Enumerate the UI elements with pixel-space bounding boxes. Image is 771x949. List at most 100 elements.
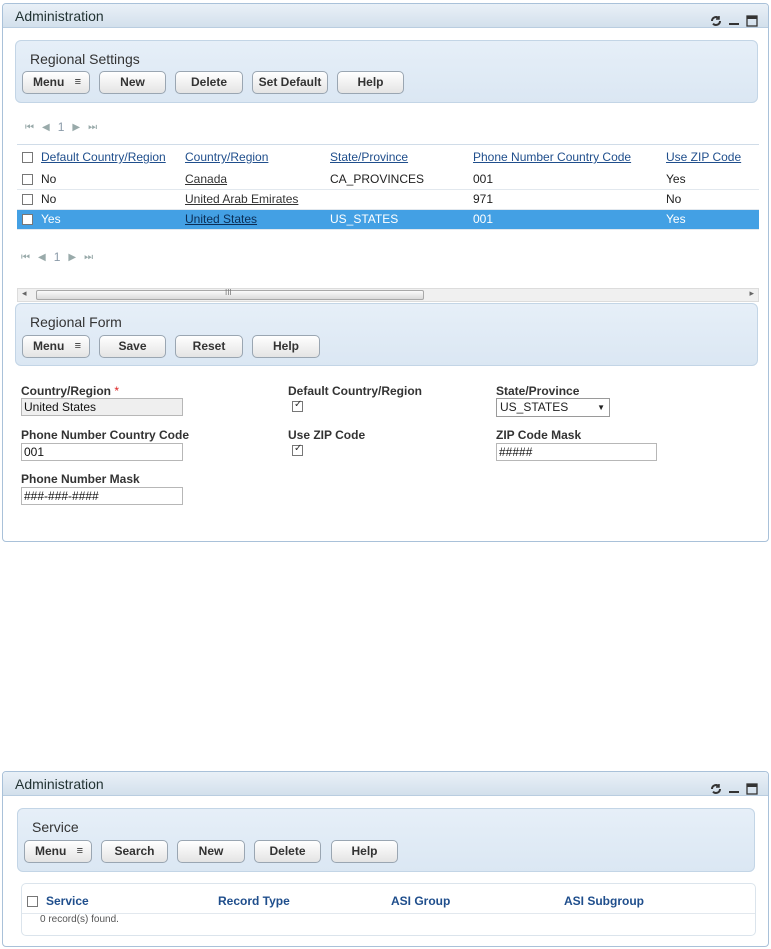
column-header-label[interactable]: Default Country/Region (41, 150, 166, 164)
phone-code-cell: 001 (473, 209, 666, 230)
country-link[interactable]: Canada (185, 172, 227, 186)
last-page-icon[interactable]: ⏭ (88, 122, 97, 133)
search-button[interactable]: Search (101, 840, 168, 863)
prev-page-icon[interactable]: ◀ (42, 122, 50, 133)
next-page-icon[interactable]: ▶ (72, 122, 80, 133)
column-header[interactable]: State/Province (330, 145, 473, 169)
menu-button-label: Menu (33, 75, 65, 89)
menu-button[interactable]: Menu ≡ (22, 71, 90, 94)
last-page-icon[interactable]: ⏭ (84, 252, 93, 263)
service-grid: Service Record Type ASI Group ASI Subgro… (21, 883, 756, 936)
phone-mask-label: Phone Number Mask (21, 472, 140, 486)
use-zip-checkbox[interactable] (292, 443, 303, 456)
row-select-cell (17, 189, 41, 210)
default-country-checkbox[interactable] (292, 399, 303, 412)
refresh-icon[interactable] (710, 778, 722, 794)
table-row[interactable]: No United Arab Emirates 971 No (17, 189, 759, 210)
header-divider (22, 913, 755, 914)
zip-mask-field[interactable]: ##### (496, 443, 657, 461)
help-button[interactable]: Help (331, 840, 398, 863)
country-label: Country/Region * (21, 384, 119, 398)
menu-dropdown-icon: ≡ (74, 76, 81, 88)
pager-top: ⏮ ◀ 1 ▶ ⏭ (25, 120, 97, 134)
column-header[interactable]: Phone Number Country Code (473, 145, 666, 169)
select-all-checkbox[interactable] (27, 896, 38, 907)
first-page-icon[interactable]: ⏮ (21, 252, 30, 263)
country-field[interactable]: United States (21, 398, 183, 416)
column-header-label[interactable]: State/Province (330, 150, 408, 164)
panel-title: Regional Form (30, 314, 122, 330)
default-cell: Yes (41, 209, 185, 230)
row-select-cell (17, 169, 41, 190)
required-marker: * (114, 384, 120, 398)
delete-button[interactable]: Delete (175, 71, 243, 94)
portlet-title-bar: Administration (3, 4, 768, 28)
menu-button[interactable]: Menu ≡ (24, 840, 92, 863)
pager-bottom: ⏮ ◀ 1 ▶ ⏭ (21, 250, 93, 264)
scrollbar-thumb[interactable]: III (36, 288, 424, 300)
next-page-icon[interactable]: ▶ (68, 252, 76, 263)
country-link[interactable]: United States (185, 212, 257, 226)
maximize-icon[interactable] (746, 10, 758, 27)
administration-portlet: Administration Service Menu ≡ Search New… (2, 771, 769, 947)
select-all-cell (17, 145, 41, 169)
use-zip-cell: No (666, 189, 759, 210)
row-checkbox[interactable] (22, 214, 33, 226)
column-header-record-type[interactable]: Record Type (218, 894, 290, 908)
select-all-checkbox[interactable] (22, 152, 33, 164)
menu-dropdown-icon: ≡ (74, 340, 81, 352)
page-number: 1 (57, 120, 65, 134)
new-button[interactable]: New (177, 840, 245, 863)
country-link[interactable]: United Arab Emirates (185, 192, 298, 206)
administration-portlet: Administration Regional Settings Menu ≡ … (2, 3, 769, 542)
regional-settings-grid: Default Country/Region Country/Region St… (17, 144, 759, 230)
table-row-selected[interactable]: Yes United States US_STATES 001 Yes (17, 209, 759, 230)
state-cell: US_STATES (330, 209, 473, 230)
phone-code-cell: 971 (473, 189, 666, 210)
column-header[interactable]: Default Country/Region (41, 145, 185, 169)
horizontal-scrollbar[interactable]: ◂ III ▸ (17, 288, 759, 302)
column-header-asi-group[interactable]: ASI Group (391, 894, 450, 908)
column-header-label[interactable]: Country/Region (185, 150, 268, 164)
minimize-icon[interactable] (728, 778, 740, 793)
column-header-label[interactable]: Phone Number Country Code (473, 150, 631, 164)
state-select[interactable]: US_STATES ▼ (496, 398, 610, 417)
new-button[interactable]: New (99, 71, 166, 94)
save-button[interactable]: Save (99, 335, 166, 358)
column-header[interactable]: Use ZIP Code (666, 145, 759, 169)
column-header-label[interactable]: Use ZIP Code (666, 150, 741, 164)
country-cell: Canada (185, 169, 330, 190)
use-zip-cell: Yes (666, 169, 759, 190)
prev-page-icon[interactable]: ◀ (38, 252, 46, 263)
help-button[interactable]: Help (337, 71, 404, 94)
column-header-asi-subgroup[interactable]: ASI Subgroup (564, 894, 644, 908)
scroll-left-icon[interactable]: ◂ (22, 288, 27, 299)
chevron-down-icon: ▼ (597, 403, 605, 412)
phone-code-field[interactable]: 001 (21, 443, 183, 461)
column-header-service[interactable]: Service (46, 894, 89, 908)
portlet-title: Administration (15, 8, 104, 24)
phone-mask-field[interactable]: ###-###-#### (21, 487, 183, 505)
menu-button[interactable]: Menu ≡ (22, 335, 90, 358)
refresh-icon[interactable] (710, 10, 722, 26)
page-number: 1 (53, 250, 61, 264)
row-checkbox[interactable] (22, 194, 33, 206)
reset-button[interactable]: Reset (175, 335, 243, 358)
row-select-cell (17, 209, 41, 230)
default-country-label: Default Country/Region (288, 384, 422, 398)
menu-dropdown-icon: ≡ (76, 845, 83, 857)
scroll-right-icon[interactable]: ▸ (749, 288, 754, 299)
help-button[interactable]: Help (252, 335, 320, 358)
column-header[interactable]: Country/Region (185, 145, 330, 169)
phone-code-cell: 001 (473, 169, 666, 190)
set-default-button[interactable]: Set Default (252, 71, 328, 94)
maximize-icon[interactable] (746, 778, 758, 795)
row-checkbox[interactable] (22, 174, 33, 186)
minimize-icon[interactable] (728, 10, 740, 25)
default-cell: No (41, 189, 185, 210)
first-page-icon[interactable]: ⏮ (25, 122, 34, 133)
panel-title: Service (32, 819, 79, 835)
menu-button-label: Menu (33, 339, 65, 353)
table-row[interactable]: No Canada CA_PROVINCES 001 Yes (17, 169, 759, 190)
delete-button[interactable]: Delete (254, 840, 321, 863)
